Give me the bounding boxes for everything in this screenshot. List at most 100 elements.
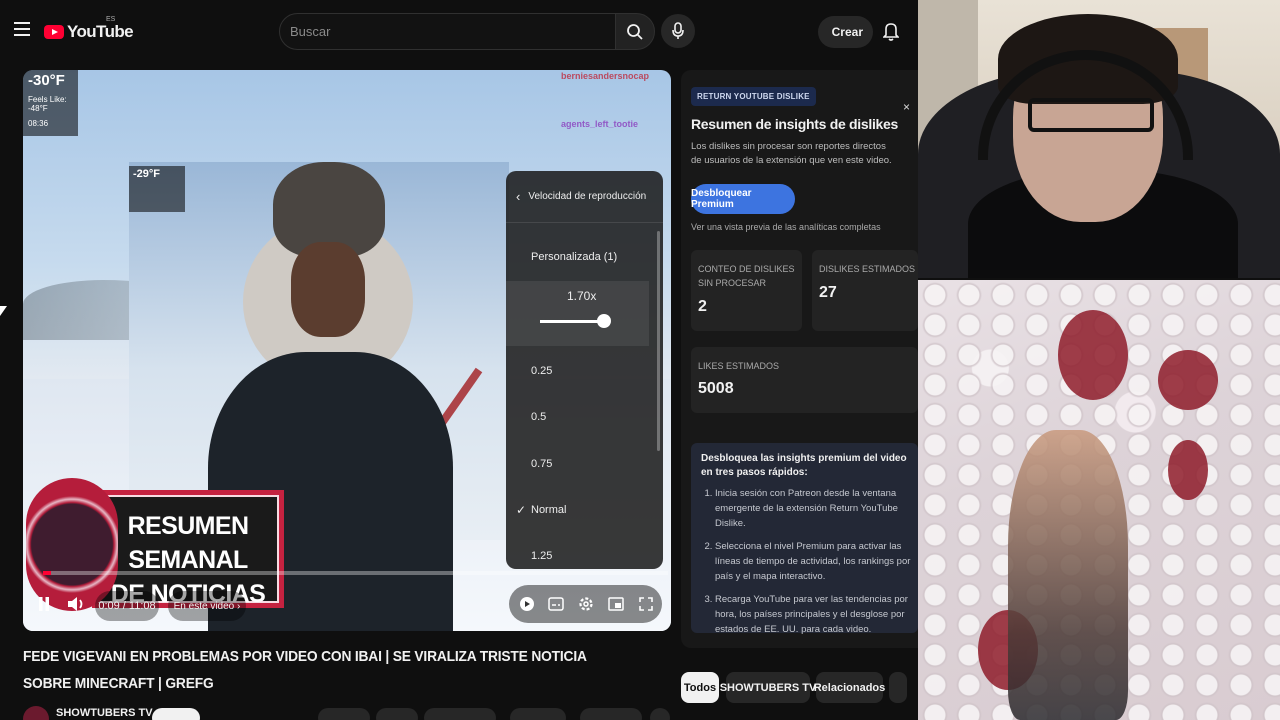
right-controls xyxy=(509,585,662,623)
chat-line: berniesandersnocap xyxy=(561,71,650,81)
step-item: Recarga YouTube para ver las tendencias … xyxy=(715,592,912,637)
speed-option-selected[interactable]: Normal xyxy=(531,504,566,516)
chevron-right-icon: › xyxy=(237,600,241,612)
stat-value: 2 xyxy=(698,298,707,315)
bell-icon xyxy=(883,23,899,41)
subscribe-button[interactable] xyxy=(152,708,200,720)
stat-value: 27 xyxy=(819,284,837,301)
panel-title: Resumen de insights de dislikes xyxy=(691,116,898,132)
unlock-premium-button[interactable]: Desbloquear Premium xyxy=(691,184,795,214)
webcam-feed xyxy=(918,0,1280,278)
weather-time: 08:36 xyxy=(28,119,49,128)
settings-button[interactable] xyxy=(576,594,596,614)
notifications-button[interactable] xyxy=(881,20,901,42)
subtitles-button[interactable] xyxy=(546,594,566,614)
playback-speed-menu: ‹ Velocidad de reproducción Personalizad… xyxy=(506,171,663,569)
chapter-button[interactable]: En este video › xyxy=(168,591,246,621)
gear-icon xyxy=(579,597,593,611)
chat-line xyxy=(561,106,671,118)
preview-link[interactable]: Ver una vista previa de las analíticas c… xyxy=(691,222,881,232)
stat-label: DISLIKES ESTIMADOS xyxy=(819,264,916,274)
weather-overlay-inner: -29°F xyxy=(129,166,185,212)
custom-speed-value: 1.70x xyxy=(567,289,597,303)
volume-button[interactable] xyxy=(65,593,87,615)
more-actions-button[interactable] xyxy=(650,708,670,720)
custom-speed-label[interactable]: Personalizada (1) xyxy=(531,251,617,263)
youtube-play-icon xyxy=(44,25,64,39)
autoplay-toggle[interactable] xyxy=(517,594,537,614)
step-item: Selecciona el nivel Premium para activar… xyxy=(715,539,912,584)
chip-all[interactable]: Todos xyxy=(681,672,719,703)
search-input[interactable]: Buscar xyxy=(279,13,616,50)
microphone-icon xyxy=(672,22,684,39)
dislike-insights-panel: RETURN YOUTUBE DISLIKE × Resumen de insi… xyxy=(681,70,918,648)
speed-menu-header[interactable]: ‹ Velocidad de reproducción xyxy=(506,171,663,223)
stat-label: LIKES ESTIMADOS xyxy=(698,361,780,371)
unlock-premium-label: Desbloquear Premium xyxy=(691,188,752,210)
volume-icon xyxy=(68,597,83,611)
glasses xyxy=(1028,98,1154,132)
chat-line xyxy=(561,94,671,106)
stat-card-raw-dislikes: CONTEO DE DISLIKES SIN PROCESAR 2 xyxy=(691,250,802,331)
create-button[interactable]: Crear xyxy=(818,16,873,48)
country-code: ES xyxy=(106,16,116,23)
channel-name[interactable]: SHOWTUBERS TV xyxy=(56,707,153,719)
close-icon[interactable]: × xyxy=(903,100,910,114)
chip-channel[interactable]: SHOWTUBERS TV xyxy=(720,672,816,703)
progress-fill xyxy=(43,571,52,575)
chip-related[interactable]: Relacionados xyxy=(814,672,885,703)
action-button[interactable] xyxy=(424,708,496,720)
fullscreen-button[interactable] xyxy=(636,594,656,614)
speed-menu-scrollbar[interactable] xyxy=(657,231,660,451)
subtitles-icon xyxy=(548,597,564,611)
time-text: 0:09 / 11:08 xyxy=(98,600,156,612)
youtube-logo[interactable]: YouTube ES xyxy=(44,16,134,42)
chapter-label: En este video xyxy=(173,600,235,612)
stat-card-estimated-dislikes: DISLIKES ESTIMADOS 27 xyxy=(812,250,918,331)
speed-slider-track[interactable] xyxy=(540,320,604,323)
speed-slider-thumb[interactable] xyxy=(597,314,611,328)
progress-bar[interactable] xyxy=(43,571,668,575)
chip-more[interactable] xyxy=(889,672,907,703)
action-button[interactable] xyxy=(580,708,642,720)
speed-option[interactable]: 1.25 xyxy=(531,550,552,562)
chat-line xyxy=(561,82,671,94)
premium-steps: Desbloquea las insights premium del vide… xyxy=(691,443,918,635)
logo-text: YouTube xyxy=(67,22,134,41)
video-title: FEDE VIGEVANI EN PROBLEMAS POR VIDEO CON… xyxy=(23,648,587,692)
video-player[interactable]: -30°F Feels Like: -48°F 08:36 -29°F bern… xyxy=(23,70,671,631)
create-label: Crear xyxy=(831,25,863,39)
speed-option[interactable]: 0.5 xyxy=(531,411,546,423)
chat-line: agents_left_tootie xyxy=(561,119,639,129)
autoplay-icon xyxy=(520,597,534,611)
anime-clip-panel xyxy=(918,280,1280,720)
miniplayer-button[interactable] xyxy=(606,594,626,614)
stream-chat-overlay: berniesandersnocap agents_left_tootie xyxy=(561,70,671,130)
pause-button[interactable] xyxy=(35,594,53,614)
speed-option[interactable]: 0.75 xyxy=(531,458,552,470)
action-button[interactable] xyxy=(510,708,566,720)
speed-menu-title: Velocidad de reproducción xyxy=(528,191,647,202)
like-button[interactable] xyxy=(318,708,370,720)
mouse-cursor xyxy=(0,306,7,316)
checkmark-icon: ✓ xyxy=(516,503,527,517)
weather-inner-temp: -29°F xyxy=(133,168,161,180)
speed-option[interactable]: 0.25 xyxy=(531,365,552,377)
voice-search-button[interactable] xyxy=(661,14,695,48)
miniplayer-icon xyxy=(608,597,624,611)
stat-label: CONTEO DE DISLIKES SIN PROCESAR xyxy=(698,264,795,288)
fullscreen-icon xyxy=(639,597,653,611)
masthead: YouTube ES Buscar Crear xyxy=(0,0,918,64)
steps-list: Inicia sesión con Patreon desde la venta… xyxy=(701,486,912,637)
player-controls: 0:09 / 11:08 En este video › xyxy=(23,580,671,628)
menu-icon[interactable] xyxy=(14,22,30,36)
stat-card-estimated-likes: LIKES ESTIMADOS 5008 xyxy=(691,347,918,413)
share-button[interactable] xyxy=(376,708,418,720)
weather-overlay: -30°F Feels Like: -48°F 08:36 xyxy=(23,70,78,136)
search-icon xyxy=(627,23,643,40)
search-button[interactable] xyxy=(615,13,655,50)
weather-temp: -30°F xyxy=(28,72,65,89)
extension-badge: RETURN YOUTUBE DISLIKE xyxy=(691,87,816,106)
channel-avatar[interactable] xyxy=(23,706,49,720)
pause-icon xyxy=(39,597,49,611)
